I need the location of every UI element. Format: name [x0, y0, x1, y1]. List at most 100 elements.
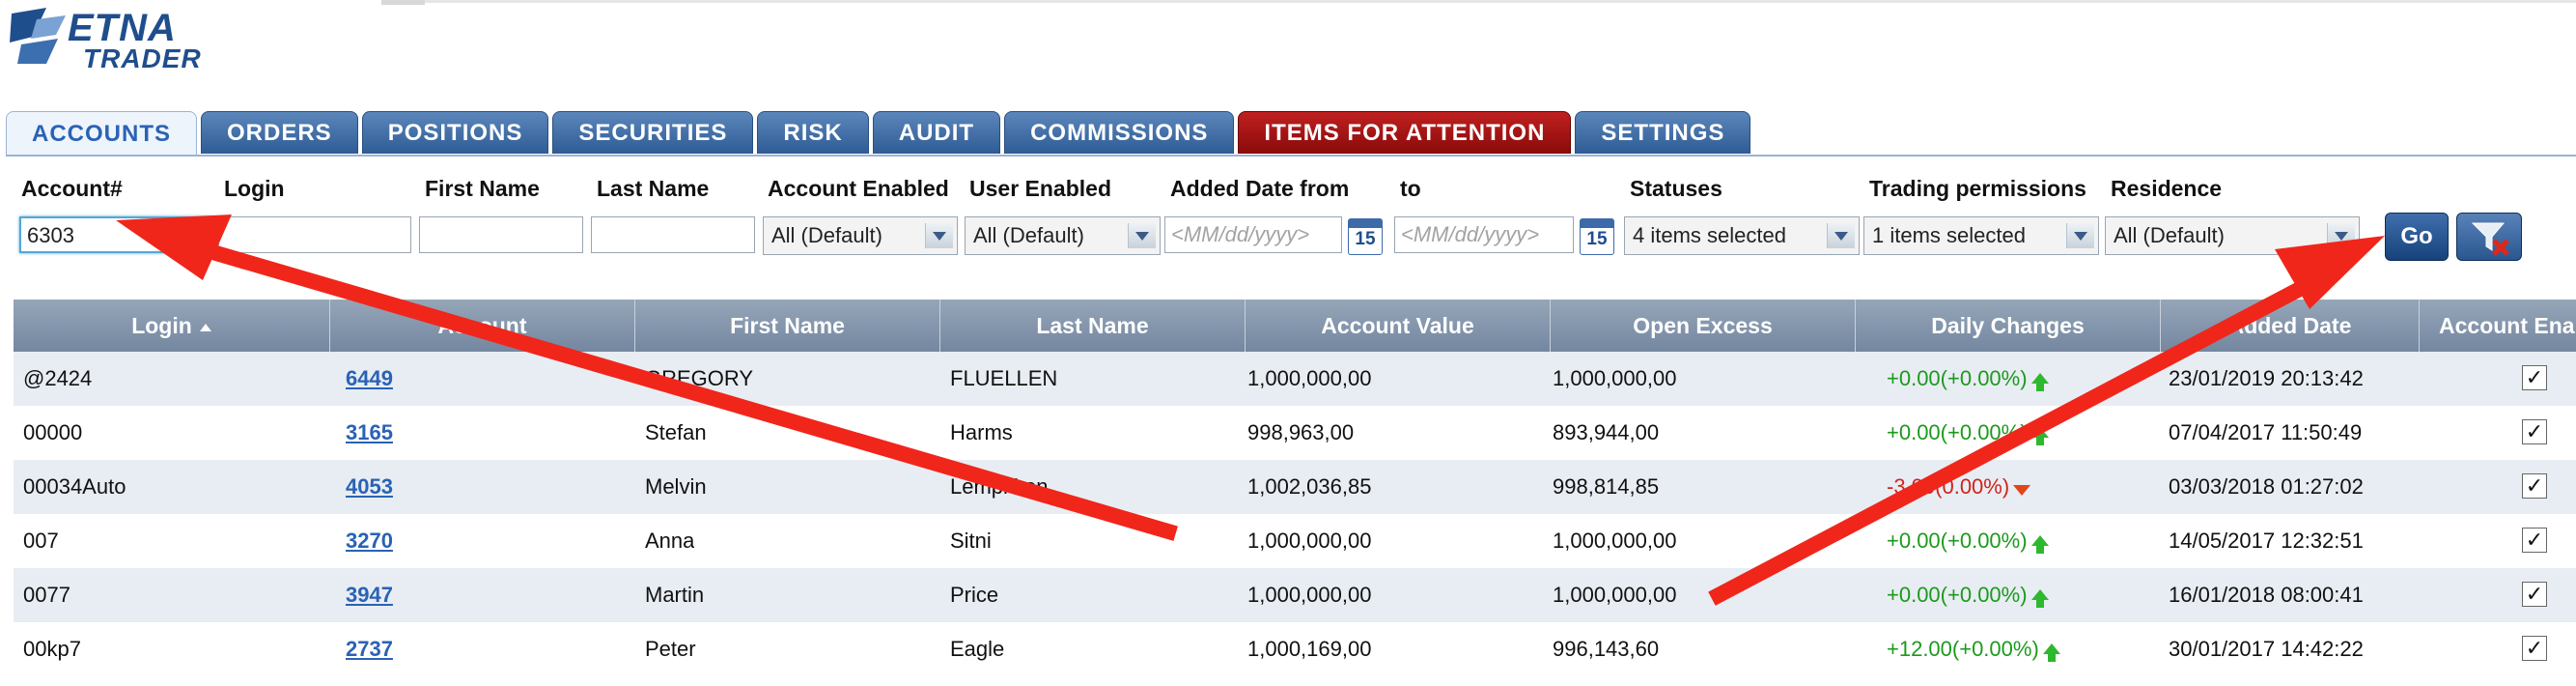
logo-mark-icon: [10, 8, 66, 64]
account-link[interactable]: 2737: [346, 637, 393, 661]
added-date-to-input[interactable]: <MM/dd/yyyy>: [1394, 216, 1574, 253]
statuses-select[interactable]: 4 items selected: [1624, 216, 1860, 255]
table-row[interactable]: 007 3270 Anna Sitni 1,000,000,00 1,000,000,00…: [14, 514, 2576, 568]
account-enabled-checkbox[interactable]: ✓: [2522, 473, 2547, 499]
cell-account[interactable]: 6449: [346, 352, 393, 406]
tab-settings[interactable]: SETTINGS: [1575, 111, 1751, 154]
column-header-added-date[interactable]: Added Date: [2161, 300, 2420, 352]
tab-accounts[interactable]: ACCOUNTS: [6, 111, 197, 156]
cell-login: 007: [23, 529, 59, 553]
account-link[interactable]: 3947: [346, 583, 393, 607]
account-link[interactable]: 3270: [346, 529, 393, 553]
statuses-label: Statuses: [1630, 176, 1722, 201]
table-row[interactable]: 00034Auto 4053 Melvin Lempkkon 1,002,036,85 9…: [14, 460, 2576, 514]
trading-permissions-select[interactable]: 1 items selected: [1863, 216, 2099, 255]
cell-last-name: Price: [950, 583, 999, 607]
column-header-login[interactable]: Login: [14, 300, 330, 352]
tab-audit[interactable]: AUDIT: [872, 111, 1001, 154]
cell-open-excess: 998,814,85: [1553, 474, 1660, 499]
user-enabled-value: All (Default): [973, 223, 1084, 247]
cell-first-name: Peter: [645, 637, 696, 661]
cell-login: 00034Auto: [23, 474, 126, 499]
calendar-icon[interactable]: 15: [1580, 218, 1614, 255]
cell-account-value: 1,000,000,00: [1247, 583, 1372, 607]
cell-first-name: GREGORY: [645, 366, 754, 390]
chevron-down-icon[interactable]: [1827, 223, 1855, 248]
cell-daily-changes: +0.00(+0.00%): [1887, 514, 2049, 568]
trading-permissions-label: Trading permissions: [1869, 176, 2086, 201]
table-row[interactable]: 0077 3947 Martin Price 1,000,000,00 1,000,000…: [14, 568, 2576, 622]
cell-account[interactable]: 3270: [346, 514, 393, 568]
account-link[interactable]: 3165: [346, 420, 393, 444]
first-name-label: First Name: [425, 176, 540, 201]
last-name-input[interactable]: [591, 216, 755, 253]
daily-change-value: +0.00(+0.00%): [1887, 366, 2028, 390]
cell-account[interactable]: 4053: [346, 460, 393, 514]
column-header-account-value[interactable]: Account Value: [1246, 300, 1551, 352]
cell-added-date: 14/05/2017 12:32:51: [2169, 529, 2364, 553]
first-name-input[interactable]: [419, 216, 583, 253]
account-enabled-select[interactable]: All (Default): [763, 216, 958, 255]
residence-select[interactable]: All (Default): [2105, 216, 2360, 255]
tab-positions[interactable]: POSITIONS: [361, 111, 549, 154]
cell-last-name: Eagle: [950, 637, 1005, 661]
cell-account[interactable]: 3947: [346, 568, 393, 622]
tab-risk[interactable]: RISK: [757, 111, 869, 154]
tab-securities[interactable]: SECURITIES: [552, 111, 754, 154]
chevron-down-icon[interactable]: [2066, 223, 2094, 248]
tab-orders[interactable]: ORDERS: [201, 111, 358, 154]
cell-account[interactable]: 2737: [346, 622, 393, 676]
filter-panel: Account# 6303 Login First Name Last Name…: [6, 155, 2576, 301]
chevron-down-icon[interactable]: [1128, 223, 1156, 248]
cell-open-excess: 893,944,00: [1553, 420, 1660, 444]
cell-added-date: 16/01/2018 08:00:41: [2169, 583, 2364, 607]
cell-first-name: Melvin: [645, 474, 707, 499]
column-header-last-name[interactable]: Last Name: [940, 300, 1246, 352]
account-enabled-checkbox[interactable]: ✓: [2522, 419, 2547, 444]
etna-trader-logo: ETNA TRADER: [8, 6, 201, 72]
table-row[interactable]: 00000 3165 Stefan Harms 998,963,00 893,944,00…: [14, 406, 2576, 460]
account-enabled-checkbox[interactable]: ✓: [2522, 528, 2547, 553]
account-enabled-checkbox[interactable]: ✓: [2522, 636, 2547, 661]
residence-label: Residence: [2111, 176, 2223, 201]
trading-permissions-value: 1 items selected: [1872, 223, 2026, 247]
column-header-account-enabled[interactable]: Account Enabled: [2420, 300, 2576, 352]
account-number-label: Account#: [21, 176, 123, 201]
account-enabled-checkbox[interactable]: ✓: [2522, 365, 2547, 390]
arrow-up-icon: [2030, 427, 2049, 445]
cell-last-name: Lempkkon: [950, 474, 1049, 499]
cell-daily-changes: +0.00(+0.00%): [1887, 406, 2049, 460]
table-row[interactable]: 00kp7 2737 Peter Eagle 1,000,169,00 996,143,6…: [14, 622, 2576, 676]
column-header-daily-changes[interactable]: Daily Changes: [1856, 300, 2161, 352]
cell-daily-changes: +12.00(+0.00%): [1887, 622, 2060, 676]
tab-items-for-attention[interactable]: ITEMS FOR ATTENTION: [1238, 111, 1572, 154]
login-input[interactable]: [218, 216, 411, 253]
daily-change-value: -3.00(0.00%): [1887, 474, 2010, 499]
cell-account[interactable]: 3165: [346, 406, 393, 460]
calendar-icon[interactable]: 15: [1348, 218, 1383, 255]
chevron-down-icon[interactable]: [2327, 223, 2355, 248]
tab-commissions[interactable]: COMMISSIONS: [1004, 111, 1235, 154]
added-date-from-input[interactable]: <MM/dd/yyyy>: [1164, 216, 1342, 253]
chevron-down-icon[interactable]: [925, 223, 953, 248]
column-header-open-excess[interactable]: Open Excess: [1551, 300, 1856, 352]
arrow-up-icon: [2030, 589, 2049, 608]
go-button[interactable]: Go: [2385, 213, 2449, 261]
login-label: Login: [224, 176, 285, 201]
cell-daily-changes: +0.00(+0.00%): [1887, 568, 2049, 622]
table-header: Login Account First Name Last Name Accou…: [14, 300, 2576, 352]
account-enabled-checkbox[interactable]: ✓: [2522, 582, 2547, 607]
account-number-input[interactable]: 6303: [19, 216, 212, 253]
cell-login: 00000: [23, 420, 83, 444]
user-enabled-select[interactable]: All (Default): [965, 216, 1161, 255]
daily-change-value: +0.00(+0.00%): [1887, 583, 2028, 607]
clear-filter-button[interactable]: [2456, 213, 2522, 261]
account-link[interactable]: 4053: [346, 474, 393, 499]
column-header-account[interactable]: Account: [330, 300, 635, 352]
column-header-first-name[interactable]: First Name: [635, 300, 940, 352]
account-link[interactable]: 6449: [346, 366, 393, 390]
clear-filter-icon: [2471, 222, 2509, 256]
table-row[interactable]: @2424 6449 GREGORY FLUELLEN 1,000,000,00 1,00…: [14, 352, 2576, 406]
cell-first-name: Stefan: [645, 420, 707, 444]
cell-added-date: 07/04/2017 11:50:49: [2169, 420, 2363, 444]
